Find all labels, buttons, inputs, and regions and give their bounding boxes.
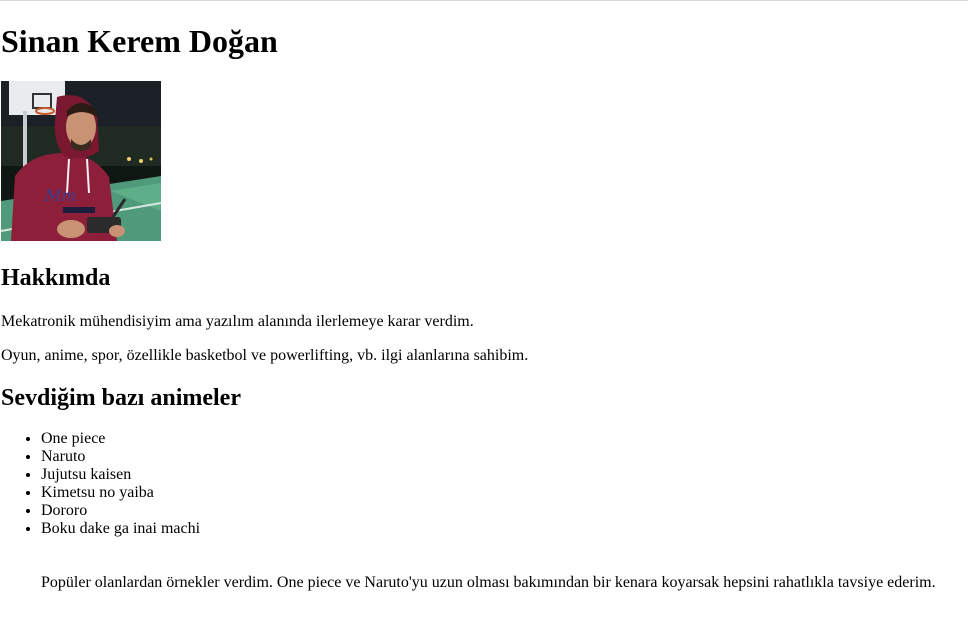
page-title: Sinan Kerem Doğan — [1, 23, 278, 59]
list-item: Jujutsu kaisen — [41, 466, 200, 484]
profile-photo: Mm — [1, 81, 161, 241]
list-item: Boku dake ga inai machi — [41, 520, 200, 538]
anime-note: Popüler olanlardan örnekler verdim. One … — [41, 574, 936, 591]
top-border — [0, 0, 968, 1]
about-heading: Hakkımda — [1, 265, 111, 291]
anime-list: One piece Naruto Jujutsu kaisen Kimetsu … — [1, 430, 200, 538]
svg-text:Mm: Mm — [44, 186, 77, 205]
about-paragraph-1: Mekatronik mühendisiyim ama yazılım alan… — [1, 313, 474, 330]
list-item: Naruto — [41, 448, 200, 466]
anime-heading: Sevdiğim bazı animeler — [1, 385, 241, 411]
about-paragraph-2: Oyun, anime, spor, özellikle basketbol v… — [1, 347, 529, 364]
list-item: Kimetsu no yaiba — [41, 484, 200, 502]
list-item: Dororo — [41, 502, 200, 520]
list-item: One piece — [41, 430, 200, 448]
